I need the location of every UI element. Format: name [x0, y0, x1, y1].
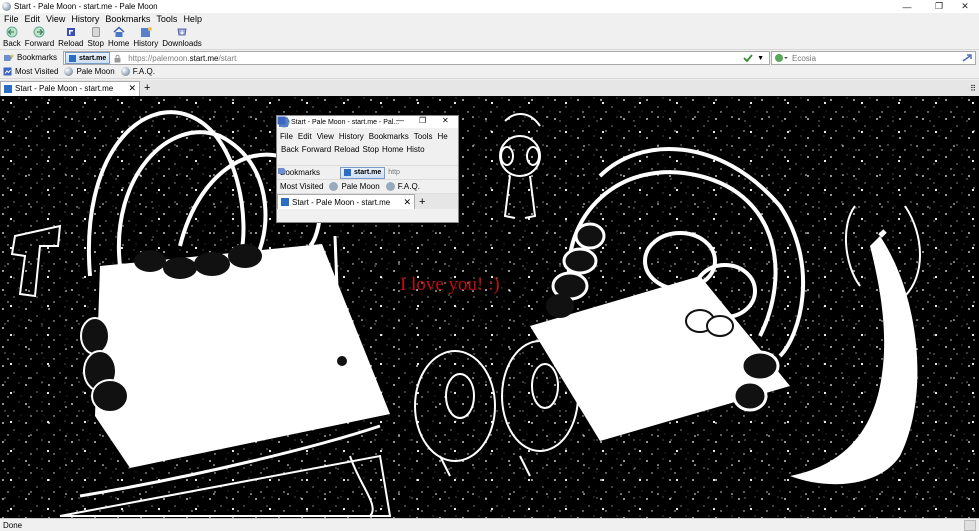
downloads-button[interactable]: Downloads	[162, 25, 202, 48]
menu-tools[interactable]: Tools	[156, 14, 177, 24]
site-favicon-icon	[344, 169, 351, 176]
start-me-favicon-icon	[281, 198, 289, 206]
nested-restore-button: ❐	[419, 116, 427, 125]
history-button[interactable]: History	[133, 25, 158, 48]
nested-bookmark-faq: F.A.Q.	[385, 182, 420, 191]
url-input[interactable]: start.me https://palemoon.start.me/start…	[63, 51, 770, 65]
bookmarks-toolbar: Most Visited Pale Moon F.A.Q.	[0, 65, 979, 79]
bookmark-most-visited[interactable]: Most Visited	[3, 67, 58, 76]
nested-home-button: Home	[278, 116, 403, 165]
status-text: Done	[3, 520, 23, 530]
nested-menu-bar: File Edit View History Bookmarks Tools H…	[277, 130, 458, 143]
site-favicon-icon	[69, 54, 76, 62]
nested-tab-close-icon: ✕	[403, 196, 411, 207]
wallpaper-drawing	[0, 96, 979, 518]
minimize-button[interactable]: —	[893, 0, 921, 13]
search-engine-icon[interactable]	[774, 53, 788, 63]
lock-icon	[114, 54, 121, 62]
reload-icon	[66, 28, 75, 36]
title-bar: Start - Pale Moon - start.me - Pale Moon…	[0, 0, 979, 13]
reload-button[interactable]: Reload	[58, 25, 84, 48]
pale-moon-icon	[120, 67, 130, 76]
home-button[interactable]: Home	[108, 25, 129, 48]
nested-bookmarks-toolbar: Most Visited Pale Moon F.A.Q.	[277, 116, 458, 193]
nested-close-button: ✕	[442, 116, 449, 125]
nested-url-toolbar: Bookmarks start.me http	[277, 165, 458, 179]
navigation-toolbar: Back Forward Reload Stop Home History Do…	[0, 25, 979, 49]
nested-menu-view: View	[316, 132, 334, 141]
back-arrow-icon	[6, 26, 18, 38]
history-icon	[140, 27, 152, 37]
nested-bookmark-most-visited: Most Visited	[277, 116, 323, 191]
forward-arrow-icon	[33, 26, 45, 38]
resize-grip-icon[interactable]	[964, 519, 976, 531]
url-toolbar: Bookmarks start.me https://palemoon.star…	[0, 49, 979, 65]
pale-moon-icon	[2, 2, 11, 11]
bookmarks-icon	[4, 53, 14, 61]
nested-menu-tools: Tools	[413, 132, 433, 141]
most-visited-icon	[277, 116, 286, 125]
love-message: I love you! :)	[400, 274, 500, 295]
nested-menu-file: File	[280, 132, 293, 141]
menu-view[interactable]: View	[46, 14, 65, 24]
nested-url-text: http	[388, 169, 400, 176]
nested-menu-help: He	[437, 132, 448, 141]
tab-list-grip-icon[interactable]: ⠿	[970, 84, 976, 93]
addon-puzzle-icon[interactable]	[743, 53, 753, 63]
forward-button[interactable]: Forward	[25, 25, 54, 48]
bookmark-pale-moon[interactable]: Pale Moon	[64, 67, 115, 76]
menu-bookmarks[interactable]: Bookmarks	[105, 14, 150, 24]
nested-tab: Start - Pale Moon - start.me ✕	[277, 194, 415, 209]
nested-minimize-button: —	[396, 116, 404, 125]
downloads-icon	[177, 28, 187, 36]
nested-history-button: Histo	[279, 118, 425, 165]
nested-bookmarks-button: Bookmarks	[277, 168, 339, 177]
url-text: https://palemoon.start.me/start	[128, 53, 237, 63]
new-tab-button[interactable]: +	[144, 82, 150, 94]
nested-bookmark-pale-moon: Pale Moon	[329, 182, 380, 191]
bookmark-faq[interactable]: F.A.Q.	[120, 67, 155, 76]
search-input[interactable]: Ecosia	[771, 51, 976, 65]
pale-moon-icon	[385, 182, 395, 191]
nested-nav-toolbar: Back Forward Reload Stop Home Histo	[277, 116, 458, 165]
pale-moon-icon	[64, 67, 74, 76]
start-me-favicon-icon	[4, 84, 12, 93]
window-title: Start - Pale Moon - start.me - Pale Moon	[14, 2, 158, 11]
menu-history[interactable]: History	[71, 14, 99, 24]
back-button[interactable]: Back	[3, 25, 21, 48]
menu-help[interactable]: Help	[183, 14, 202, 24]
menu-file[interactable]: File	[4, 14, 19, 24]
nested-menu-bookmarks: Bookmarks	[368, 132, 409, 141]
restore-button[interactable]: ❐	[925, 0, 953, 13]
most-visited-icon	[3, 67, 12, 76]
nested-menu-history: History	[338, 132, 364, 141]
nested-forward-button: Forward	[278, 116, 331, 165]
stop-icon	[91, 27, 100, 37]
pale-moon-icon	[329, 182, 339, 191]
site-identity-button[interactable]: start.me	[65, 52, 111, 64]
menu-edit[interactable]: Edit	[25, 14, 41, 24]
close-window-button[interactable]: ✕	[951, 0, 979, 13]
tab-strip: Start - Pale Moon - start.me ✕ + ⠿	[0, 80, 979, 96]
nested-tab-strip: Start - Pale Moon - start.me ✕ +	[277, 193, 458, 209]
nested-new-tab-icon: +	[419, 195, 426, 208]
status-bar: Done	[0, 518, 979, 531]
nested-site-identity: start.me	[340, 166, 386, 179]
stop-button[interactable]: Stop	[88, 25, 104, 48]
tab-close-button[interactable]: ✕	[128, 83, 136, 94]
tab-start[interactable]: Start - Pale Moon - start.me ✕	[0, 80, 140, 96]
menu-bar: File Edit View History Bookmarks Tools H…	[0, 13, 979, 25]
nested-menu-edit: Edit	[297, 132, 312, 141]
nested-stop-button: Stop	[280, 117, 379, 165]
url-dropdown-icon[interactable]: ▼	[757, 55, 764, 62]
search-go-icon[interactable]	[961, 53, 973, 63]
bookmarks-menu-button[interactable]: Bookmarks	[0, 53, 60, 63]
bookmarks-icon	[278, 168, 286, 174]
nested-title-bar: Start - Pale Moon - start.me - Pal... — …	[277, 116, 458, 128]
home-icon	[113, 26, 125, 37]
nested-back-button: Back	[278, 116, 299, 165]
nested-reload-button: Reload	[280, 118, 360, 165]
nested-browser-window: Start - Pale Moon - start.me - Pal... — …	[276, 115, 459, 223]
page-content[interactable]: I love you! :) Start - Pale Moon - start…	[0, 96, 979, 518]
